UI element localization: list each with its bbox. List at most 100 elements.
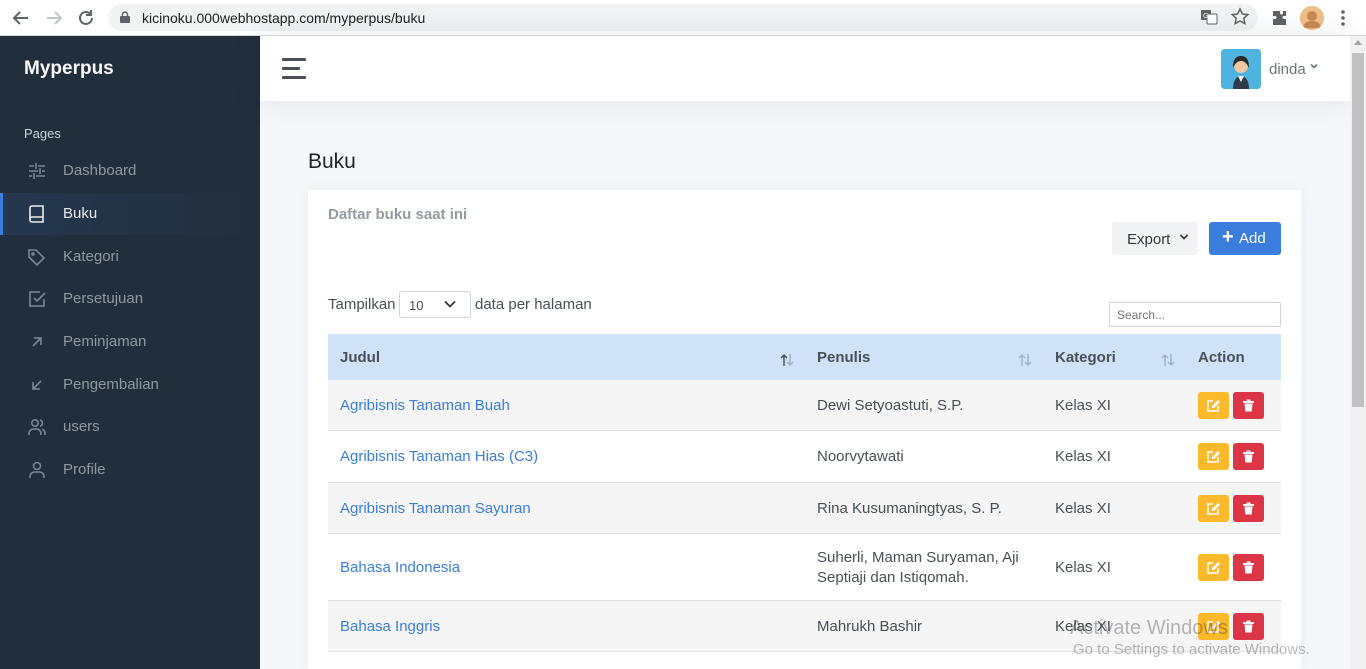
books-card: Daftar buku saat ini Export + Add Tampil… xyxy=(308,190,1301,669)
table-row: Agribisnis Tanaman Buah Dewi Setyoastuti… xyxy=(328,380,1281,431)
url-text: kicinoku.000webhostapp.com/myperpus/buku xyxy=(142,10,426,26)
plus-icon: + xyxy=(1222,226,1234,248)
bookmark-star-icon[interactable] xyxy=(1230,7,1250,32)
sidebar-item-label: users xyxy=(63,418,100,435)
delete-button[interactable] xyxy=(1233,554,1264,581)
scroll-up-icon[interactable] xyxy=(1354,40,1362,45)
trash-icon xyxy=(1243,561,1254,574)
export-button[interactable]: Export xyxy=(1112,222,1198,255)
sidebar-item-dashboard[interactable]: Dashboard xyxy=(0,150,260,192)
sidebar-item-kategori[interactable]: Kategori xyxy=(0,236,260,278)
hamburger-menu-icon[interactable] xyxy=(282,58,306,79)
svg-text:G: G xyxy=(1203,13,1208,20)
page-length-select[interactable]: 10 xyxy=(399,291,471,318)
book-author: Suherli, Maman Suryaman, Aji xyxy=(817,549,1019,566)
book-title-link[interactable]: Agribisnis Tanaman Sayuran xyxy=(340,498,531,519)
edit-button[interactable] xyxy=(1198,392,1229,419)
sidebar-item-buku[interactable]: Buku xyxy=(0,193,260,235)
trash-icon xyxy=(1243,399,1254,412)
delete-button[interactable] xyxy=(1233,443,1264,470)
table-header: Judul Penulis Kategori Action xyxy=(328,334,1281,380)
tag-icon xyxy=(28,249,46,266)
address-bar[interactable]: kicinoku.000webhostapp.com/myperpus/buku… xyxy=(108,4,1258,31)
add-button[interactable]: + Add xyxy=(1209,222,1281,255)
book-category: Kelas XI xyxy=(1055,448,1111,465)
page-scrollbar[interactable] xyxy=(1350,36,1366,669)
edit-button[interactable] xyxy=(1198,495,1229,522)
page-length-value: 10 xyxy=(409,298,424,313)
browser-toolbar: kicinoku.000webhostapp.com/myperpus/buku… xyxy=(0,0,1366,36)
chevron-down-icon[interactable] xyxy=(1309,61,1319,74)
book-title-link[interactable]: Bahasa Indonesia xyxy=(340,557,460,578)
book-author: Dewi Setyoastuti, S.P. xyxy=(817,397,964,414)
edit-icon xyxy=(1207,503,1220,515)
table-row: Agribisnis Tanaman Sayuran Rina Kusumani… xyxy=(328,483,1281,534)
book-icon xyxy=(29,205,44,223)
edit-button[interactable] xyxy=(1198,443,1229,470)
sidebar-item-peminjaman[interactable]: Peminjaman xyxy=(0,321,260,363)
sidebar-item-pengembalian[interactable]: Pengembalian xyxy=(0,364,260,406)
activation-watermark-subtitle: Go to Settings to activate Windows. xyxy=(1073,641,1310,658)
users-icon xyxy=(28,418,46,435)
book-title-link[interactable]: Agribisnis Tanaman Buah xyxy=(340,395,510,416)
chevron-down-icon xyxy=(444,300,456,308)
column-header-judul[interactable]: Judul xyxy=(340,349,380,366)
delete-button[interactable] xyxy=(1233,392,1264,419)
book-author: Rina Kusumaningtyas, S. P. xyxy=(817,500,1002,517)
forward-icon[interactable] xyxy=(43,7,65,29)
book-author: Noorvytawati xyxy=(817,448,904,465)
sidebar-item-label: Peminjaman xyxy=(63,333,147,350)
book-category: Kelas XI xyxy=(1055,500,1111,517)
check-square-icon xyxy=(29,291,46,307)
activation-watermark-title: Activate Windows xyxy=(1070,617,1228,639)
sidebar-item-label: Dashboard xyxy=(63,162,137,179)
sort-asc-icon[interactable] xyxy=(780,353,794,367)
menu-kebab-icon[interactable] xyxy=(1333,8,1353,28)
sidebar-item-persetujuan[interactable]: Persetujuan xyxy=(0,278,260,320)
sidebar-section-label: Pages xyxy=(24,126,61,141)
length-suffix: data per halaman xyxy=(475,296,592,313)
sliders-icon xyxy=(29,163,45,179)
book-category: Kelas XI xyxy=(1055,397,1111,414)
add-label: Add xyxy=(1239,230,1266,247)
extensions-icon[interactable] xyxy=(1269,8,1289,28)
scrollbar-thumb[interactable] xyxy=(1352,53,1364,407)
book-title-link[interactable]: Bahasa Inggris xyxy=(340,616,440,637)
column-header-penulis[interactable]: Penulis xyxy=(817,349,870,366)
sort-both-icon[interactable] xyxy=(1161,353,1175,367)
sidebar-item-label: Buku xyxy=(63,205,98,222)
brand-logo[interactable]: Myperpus xyxy=(24,58,114,80)
column-header-action: Action xyxy=(1198,349,1245,366)
sidebar-item-label: Persetujuan xyxy=(63,290,144,307)
length-prefix: Tampilkan xyxy=(328,296,396,313)
edit-icon xyxy=(1207,400,1220,412)
card-subtitle: Daftar buku saat ini xyxy=(328,206,468,223)
sidebar-item-label: Pengembalian xyxy=(63,376,159,393)
sort-both-icon[interactable] xyxy=(1018,353,1032,367)
lock-icon xyxy=(120,11,130,23)
search-input[interactable] xyxy=(1109,302,1281,327)
user-icon xyxy=(29,461,45,478)
user-name[interactable]: dinda xyxy=(1269,61,1306,78)
book-author: Mahrukh Bashir xyxy=(817,618,923,635)
trash-icon xyxy=(1243,502,1254,515)
avatar[interactable] xyxy=(1221,49,1261,89)
translate-icon[interactable]: G xyxy=(1200,8,1218,31)
reload-icon[interactable] xyxy=(75,7,97,29)
profile-avatar-icon[interactable] xyxy=(1300,6,1324,30)
edit-icon xyxy=(1207,562,1220,574)
edit-button[interactable] xyxy=(1198,554,1229,581)
trash-icon xyxy=(1243,620,1254,633)
sidebar-item-profile[interactable]: Profile xyxy=(0,449,260,491)
sidebar-item-users[interactable]: users xyxy=(0,406,260,448)
table-row: Agribisnis Tanaman Hias (C3) Noorvytawat… xyxy=(328,431,1281,483)
back-icon[interactable] xyxy=(10,7,32,29)
book-title-link[interactable]: Agribisnis Tanaman Hias (C3) xyxy=(340,446,538,467)
arrow-down-left-icon xyxy=(32,380,42,390)
delete-button[interactable] xyxy=(1233,613,1264,640)
column-header-kategori[interactable]: Kategori xyxy=(1055,349,1116,366)
delete-button[interactable] xyxy=(1233,495,1264,522)
chevron-down-icon xyxy=(1179,232,1189,245)
book-category: Kelas XI xyxy=(1055,559,1111,576)
page-title: Buku xyxy=(308,150,356,173)
